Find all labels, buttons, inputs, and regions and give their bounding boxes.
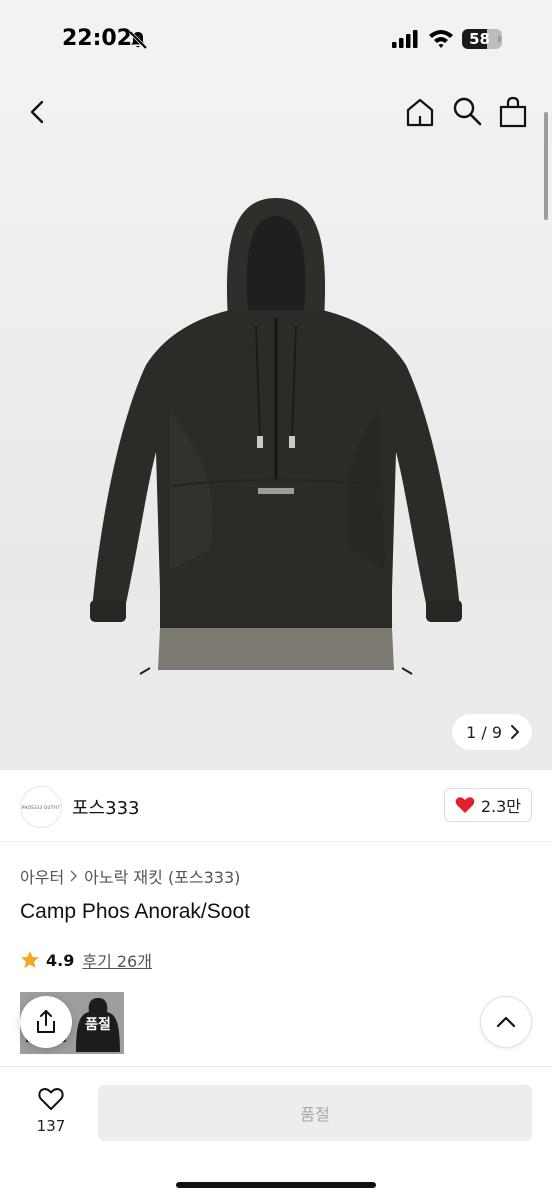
product-title: Camp Phos Anorak/Soot bbox=[20, 900, 250, 923]
bottom-action-bar: 137 품절 bbox=[0, 1066, 552, 1200]
status-bar: 22:02 58 bbox=[0, 0, 552, 80]
gallery-page-counter[interactable]: 1 / 9 bbox=[452, 714, 532, 750]
wishlist-count: 137 bbox=[36, 1117, 66, 1135]
chevron-up-icon bbox=[496, 1016, 516, 1028]
gallery-counter-text: 1 / 9 bbox=[466, 722, 502, 742]
wifi-icon bbox=[429, 30, 453, 48]
search-icon[interactable] bbox=[452, 96, 482, 126]
brand-logo[interactable]: PHOS333 OUTFIT bbox=[20, 786, 62, 828]
brand-name[interactable]: 포스333 bbox=[72, 794, 139, 820]
option-thumbnail-soldout[interactable]: 품절 bbox=[72, 992, 124, 1054]
signal-icon bbox=[392, 30, 418, 48]
soldout-label: 품절 bbox=[85, 1017, 111, 1033]
brand-like-count: 2.3만 bbox=[480, 797, 521, 816]
heart-filled-icon bbox=[455, 797, 475, 813]
status-time: 22:02 bbox=[62, 26, 133, 51]
share-button[interactable] bbox=[20, 996, 72, 1048]
star-icon bbox=[21, 951, 39, 968]
battery-indicator: 58 bbox=[462, 29, 502, 49]
home-indicator bbox=[176, 1182, 376, 1188]
brand-logo-text: PHOS333 OUTFIT bbox=[21, 804, 61, 810]
brand-row: PHOS333 OUTFIT 포스333 2.3만 bbox=[0, 770, 552, 842]
breadcrumb-item-outer[interactable]: 아우터 bbox=[20, 864, 64, 888]
breadcrumb-item-anorak[interactable]: 아노락 재킷 (포스333) bbox=[84, 864, 240, 888]
bell-off-icon bbox=[128, 30, 148, 50]
back-icon[interactable] bbox=[24, 96, 52, 128]
scroll-indicator bbox=[544, 112, 548, 220]
chevron-right-icon bbox=[511, 725, 519, 739]
wishlist-button[interactable]: 137 bbox=[22, 1085, 80, 1149]
home-icon[interactable] bbox=[404, 96, 436, 128]
review-count-link[interactable]: 후기 26개 bbox=[82, 948, 152, 972]
product-image-anorak bbox=[90, 198, 462, 675]
rating-row: 4.9 후기 26개 bbox=[20, 948, 152, 972]
shopping-bag-icon[interactable] bbox=[498, 96, 528, 128]
battery-cap bbox=[498, 36, 501, 42]
rating-value: 4.9 bbox=[46, 950, 75, 970]
heart-outline-icon bbox=[38, 1088, 64, 1110]
chevron-right-icon bbox=[70, 870, 78, 882]
scroll-to-top-button[interactable] bbox=[480, 996, 532, 1048]
battery-percent: 58 bbox=[469, 30, 490, 48]
buy-button-soldout[interactable]: 품절 bbox=[98, 1085, 532, 1141]
breadcrumb: 아우터 아노락 재킷 (포스333) bbox=[20, 864, 240, 888]
brand-like-button[interactable]: 2.3만 bbox=[443, 788, 532, 822]
share-icon bbox=[37, 1010, 55, 1033]
